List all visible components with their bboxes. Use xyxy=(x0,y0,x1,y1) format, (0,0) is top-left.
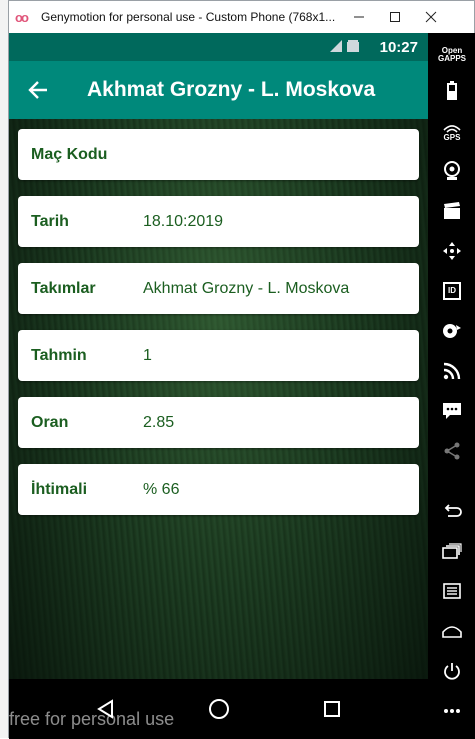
window-title: Genymotion for personal use - Custom Pho… xyxy=(41,10,336,24)
detail-value: 18.10:2019 xyxy=(143,212,224,230)
detail-card-ihtimali: İhtimali % 66 xyxy=(18,464,419,515)
app-bar: Akhmat Grozny - L. Moskova xyxy=(9,61,428,119)
device-id-icon[interactable]: ID xyxy=(428,273,475,309)
sms-message-icon[interactable] xyxy=(428,393,475,429)
open-gapps-icon[interactable]: Open GAPPS xyxy=(428,37,475,73)
phone-screen: 10:27 Akhmat Grozny - L. Moskova Maç Kod… xyxy=(9,33,428,739)
webcam-icon[interactable] xyxy=(428,153,475,189)
detail-label: Tarih xyxy=(31,212,69,230)
watermark: free for personal use xyxy=(9,709,175,729)
menu-icon[interactable] xyxy=(428,573,475,609)
rss-feed-icon[interactable] xyxy=(428,353,475,389)
detail-label: Takımlar xyxy=(31,279,96,297)
screencast-icon[interactable] xyxy=(428,193,475,229)
detail-label: İhtimali xyxy=(31,480,88,498)
detail-value: Akhmat Grozny - L. Moskova xyxy=(143,279,350,297)
detail-card-tahmin: Tahmin 1 xyxy=(18,330,419,381)
detail-value: % 66 xyxy=(143,480,180,498)
nav-home-icon[interactable] xyxy=(199,689,239,729)
detail-value: 1 xyxy=(143,346,152,364)
signal-battery-icons xyxy=(328,39,372,56)
minimize-icon[interactable] xyxy=(341,1,377,33)
status-time: 10:27 xyxy=(379,38,418,56)
battery-icon[interactable] xyxy=(428,73,475,109)
gps-icon[interactable]: GPS xyxy=(428,115,475,151)
detail-card-takimlar: Takımlar Akhmat Grozny - L. Moskova xyxy=(18,263,419,314)
status-bar: 10:27 xyxy=(9,33,428,61)
move-arrows-icon[interactable] xyxy=(428,233,475,269)
share-icon[interactable] xyxy=(428,433,475,469)
emulator-window: oo Genymotion for personal use - Custom … xyxy=(8,0,475,739)
nav-recents-icon[interactable] xyxy=(312,689,352,729)
back-arrow-icon[interactable] xyxy=(9,61,67,119)
detail-label: Maç Kodu xyxy=(31,145,108,163)
close-icon[interactable] xyxy=(413,1,449,33)
detail-card-mac-kodu: Maç Kodu xyxy=(18,129,419,180)
detail-value: 2.85 xyxy=(143,413,175,431)
recent-apps-icon[interactable] xyxy=(428,533,475,569)
back-return-icon[interactable] xyxy=(428,493,475,529)
media-record-icon[interactable] xyxy=(428,313,475,349)
detail-label: Tahmin xyxy=(31,346,87,364)
detail-card-tarih: Tarih 18.10:2019 xyxy=(18,196,419,247)
detail-label: Oran xyxy=(31,413,69,431)
genymotion-logo-icon: oo xyxy=(15,9,29,25)
maximize-icon[interactable] xyxy=(377,1,413,33)
home-house-icon[interactable] xyxy=(428,613,475,649)
more-options-icon[interactable] xyxy=(428,693,475,729)
genymotion-toolbar: Open GAPPS GPS ID xyxy=(428,33,475,739)
detail-card-oran: Oran 2.85 xyxy=(18,397,419,448)
window-titlebar: oo Genymotion for personal use - Custom … xyxy=(9,1,474,33)
power-icon[interactable] xyxy=(428,653,475,689)
page-title: Akhmat Grozny - L. Moskova xyxy=(87,78,376,101)
